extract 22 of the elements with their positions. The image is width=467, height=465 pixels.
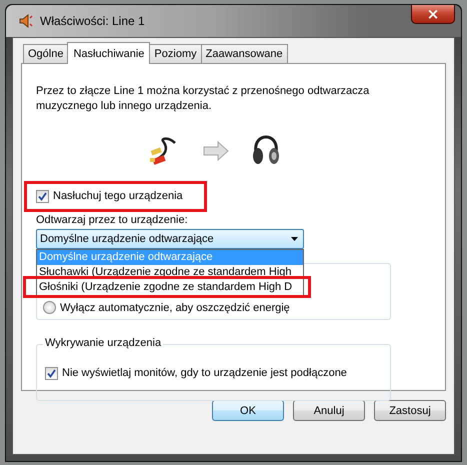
device-dropdown[interactable]: Domyślne urządzenie odtwarzające (36, 229, 304, 249)
window-title: Właściwości: Line 1 (40, 14, 145, 28)
arrow-icon (203, 141, 229, 161)
checkbox-label: Nie wyświetlaj monitów, gdy to urządzenie jest podłączone (62, 367, 347, 379)
description-text: Przez to złącze Line 1 można korzystać z przenośnego odtwarzacza muzycznego lub innego urządzenia. (36, 84, 370, 114)
dialog-button[interactable]: Anuluj (293, 400, 365, 421)
speaker-icon (18, 13, 34, 29)
dialog-button[interactable]: Zastosuj (374, 400, 446, 421)
caret-icon (291, 237, 298, 241)
checkbox-label: Nasłuchuj tego urządzenia (53, 190, 183, 202)
radio-label: Wyłącz automatycznie, aby oszczędzić energię (60, 302, 290, 314)
tab[interactable]: Poziomy (149, 44, 202, 63)
headphones-icon (251, 135, 281, 167)
tab[interactable]: Ogólne (23, 44, 68, 63)
dialog-button[interactable]: OK (212, 400, 284, 421)
close-button[interactable]: × (411, 5, 455, 24)
group-title: Wykrywanie urządzenia (43, 337, 164, 349)
tab[interactable]: Zaawansowane (200, 44, 288, 63)
checkbox[interactable] (45, 366, 58, 380)
checkbox[interactable] (36, 190, 49, 202)
field-label: Odtwarzaj przez to urządzenie: (36, 214, 189, 226)
tab[interactable]: Nasłuchiwanie (67, 42, 150, 64)
